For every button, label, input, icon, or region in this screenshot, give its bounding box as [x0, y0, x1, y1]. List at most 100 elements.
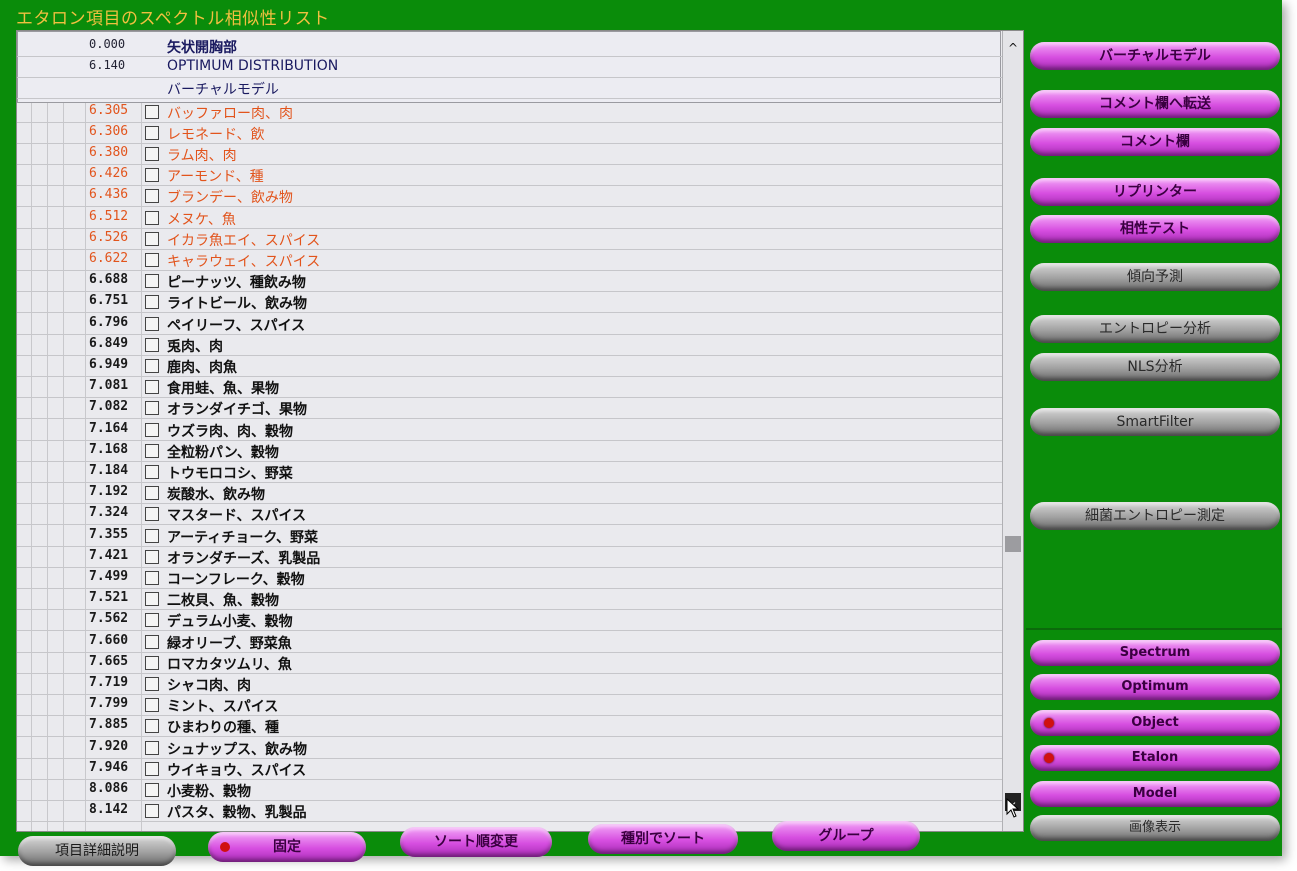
row-checkbox[interactable] — [145, 168, 159, 183]
item-name: 食用蛙、魚、果物 — [167, 381, 279, 398]
scroll-up-arrow-icon[interactable]: ^ — [1006, 41, 1020, 55]
list-item[interactable]: 6.751 ライトビール、飲み物 — [17, 291, 1002, 314]
reprinter-button[interactable]: リプリンター — [1030, 178, 1280, 206]
list-item[interactable]: 7.324 マスタード、スパイス — [17, 503, 1002, 526]
row-checkbox[interactable] — [145, 210, 159, 225]
sort-order-button[interactable]: ソート順変更 — [400, 827, 552, 857]
list-item[interactable]: 6.849 兎肉、肉 — [17, 334, 1002, 356]
row-checkbox[interactable] — [145, 253, 159, 267]
scrollbar[interactable]: ^ ⌄ — [1002, 31, 1023, 831]
list-item[interactable]: 7.184 トウモロコシ、野菜 — [17, 461, 1002, 483]
image-display-button[interactable]: 画像表示 — [1030, 815, 1280, 841]
nls-analysis-button[interactable]: NLS分析 — [1030, 353, 1280, 381]
list-item[interactable]: 6.796 ペイリーフ、スパイス — [17, 313, 1002, 335]
item-detail-button[interactable]: 項目詳細説明 — [18, 836, 176, 866]
row-checkbox[interactable] — [145, 698, 159, 713]
indicator-led-icon — [1044, 753, 1054, 763]
comment-button[interactable]: コメント欄 — [1030, 128, 1280, 156]
score-value: 7.660 — [89, 632, 129, 648]
item-name: レモネード、飲 — [167, 126, 265, 143]
row-checkbox[interactable] — [145, 507, 159, 522]
list-item[interactable]: 7.499 コーンフレーク、穀物 — [17, 567, 1002, 589]
list-item[interactable]: 6.306 レモネード、飲 — [17, 122, 1002, 144]
row-checkbox[interactable] — [145, 104, 159, 119]
list-item[interactable]: 6.512 メヌケ、魚 — [17, 207, 1002, 229]
spectrum-button[interactable]: Spectrum — [1030, 640, 1280, 666]
list-item[interactable]: 7.660 緑オリーブ、野菜魚 — [17, 631, 1002, 653]
list-item[interactable]: 8.142 パスタ、穀物、乳製品 — [17, 800, 1002, 823]
list-item[interactable]: 7.562 デュラム小麦、穀物 — [17, 609, 1002, 632]
list-item[interactable]: 7.521 二枚貝、魚、穀物 — [17, 588, 1002, 611]
row-checkbox[interactable] — [145, 486, 159, 501]
score-value: 6.426 — [89, 166, 129, 182]
row-checkbox[interactable] — [145, 592, 159, 607]
row-checkbox[interactable] — [145, 316, 159, 331]
row-checkbox[interactable] — [145, 465, 159, 479]
list-item[interactable]: 6.622 キャラウェイ、スパイス — [17, 249, 1002, 271]
optimum-button[interactable]: Optimum — [1030, 674, 1280, 700]
row-checkbox[interactable] — [145, 528, 159, 543]
list-item[interactable]: 7.920 シュナップス、飲み物 — [17, 737, 1002, 759]
row-checkbox[interactable] — [145, 125, 159, 140]
entropy-analysis-button[interactable]: エントロピー分析 — [1030, 315, 1280, 343]
row-checkbox[interactable] — [145, 189, 159, 204]
row-checkbox[interactable] — [145, 783, 159, 797]
list-item[interactable]: 7.799 ミント、スパイス — [17, 694, 1002, 717]
row-checkbox[interactable] — [145, 655, 159, 670]
list-item[interactable]: 6.426 アーモンド、種 — [17, 164, 1002, 187]
row-checkbox[interactable] — [145, 401, 159, 416]
row-checkbox[interactable] — [145, 761, 159, 776]
list-item[interactable]: 7.421 オランダチーズ、乳製品 — [17, 546, 1002, 568]
row-checkbox[interactable] — [145, 740, 159, 755]
item-name: コーンフレーク、穀物 — [167, 572, 305, 588]
smartfilter-button[interactable]: SmartFilter — [1030, 408, 1280, 436]
row-checkbox[interactable] — [145, 274, 159, 289]
list-item[interactable]: 7.946 ウイキョウ、スパイス — [17, 758, 1002, 780]
sort-by-type-button[interactable]: 種別でソート — [588, 824, 738, 854]
list-item[interactable]: 7.885 ひまわりの種、種 — [17, 715, 1002, 738]
row-checkbox[interactable] — [145, 549, 159, 564]
list-item[interactable]: 7.719 シャコ肉、肉 — [17, 673, 1002, 695]
item-name: ブランデー、飲み物 — [167, 190, 293, 207]
row-checkbox[interactable] — [145, 613, 159, 628]
row-checkbox[interactable] — [145, 571, 159, 585]
model-button[interactable]: Model — [1030, 781, 1280, 807]
list-item[interactable]: 7.665 ロマカタツムリ、魚 — [17, 652, 1002, 674]
list-item[interactable]: 7.168 全粒粉パン、穀物 — [17, 440, 1002, 462]
list-item[interactable]: 6.526 イカラ魚エイ、スパイス — [17, 228, 1002, 250]
row-checkbox[interactable] — [145, 231, 159, 246]
row-checkbox[interactable] — [145, 380, 159, 395]
transfer-to-comment-button[interactable]: コメント欄へ転送 — [1030, 90, 1280, 118]
row-checkbox[interactable] — [145, 804, 159, 819]
list-item[interactable]: 7.081 食用蛙、魚、果物 — [17, 376, 1002, 399]
scroll-thumb[interactable] — [1005, 536, 1021, 552]
list-item[interactable]: 6.949 鹿肉、肉魚 — [17, 355, 1002, 377]
bacteria-entropy-button[interactable]: 細菌エントロピー測定 — [1030, 502, 1280, 530]
list-item[interactable]: 7.192 炭酸水、飲み物 — [17, 482, 1002, 505]
list-item[interactable]: 6.380 ラム肉、肉 — [17, 143, 1002, 165]
row-checkbox[interactable] — [145, 295, 159, 310]
list-item[interactable]: 7.355 アーティチョーク、野菜 — [17, 525, 1002, 547]
row-checkbox[interactable] — [145, 443, 159, 458]
app-window: エタロン項目のスペクトル相似性リスト 0.000 矢状開胸部 6.140 OPTIMU… — [0, 0, 1282, 866]
list-item[interactable]: 6.688 ピーナッツ、種飲み物 — [17, 270, 1002, 293]
list-item[interactable]: 6.436 ブランデー、飲み物 — [17, 185, 1002, 208]
row-checkbox[interactable] — [145, 634, 159, 649]
compatibility-test-button[interactable]: 相性テスト — [1030, 215, 1280, 243]
row-checkbox[interactable] — [145, 147, 159, 161]
list-item[interactable]: 7.164 ウズラ肉、肉、穀物 — [17, 419, 1002, 441]
trend-prediction-button[interactable]: 傾向予測 — [1030, 263, 1280, 291]
row-checkbox[interactable] — [145, 719, 159, 734]
etalon-toggle[interactable]: Etalon — [1030, 745, 1280, 771]
object-toggle[interactable]: Object — [1030, 710, 1280, 736]
list-item[interactable]: 6.305 バッファロー肉、肉 — [17, 101, 1002, 123]
row-checkbox[interactable] — [145, 359, 159, 373]
group-button[interactable]: グループ — [772, 821, 920, 851]
fix-toggle[interactable]: 固定 — [208, 832, 366, 862]
row-checkbox[interactable] — [145, 422, 159, 437]
row-checkbox[interactable] — [145, 677, 159, 691]
list-item[interactable]: 8.086 小麦粉、穀物 — [17, 779, 1002, 801]
row-checkbox[interactable] — [145, 337, 159, 352]
virtual-model-button[interactable]: バーチャルモデル — [1030, 42, 1280, 70]
list-item[interactable]: 7.082 オランダイチゴ、果物 — [17, 397, 1002, 420]
